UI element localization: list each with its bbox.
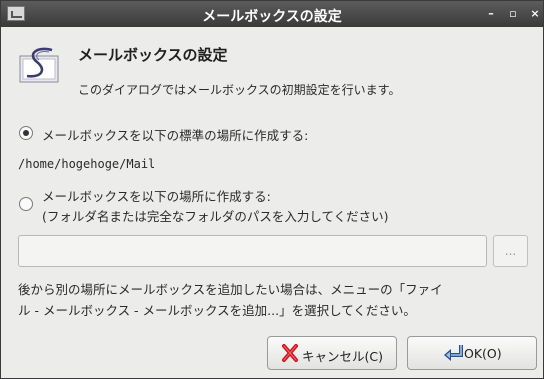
red-x-icon [282,344,298,362]
info-line-1: 後から別の場所にメールボックスを追加したい場合は、メニューの「ファイ [18,282,443,297]
custom-location-radio[interactable] [19,197,33,211]
default-location-radio[interactable] [19,126,33,140]
maximize-button[interactable]: ▫ [506,7,520,21]
ok-button[interactable]: OK(O) [407,336,537,370]
mailbox-path-input[interactable] [18,235,487,267]
default-path-text: /home/hogehoge/Mail [18,157,156,171]
dialog-heading: メールボックスの設定 [78,46,228,64]
sylpheed-logo-icon [19,47,59,83]
browse-button[interactable]: ... [493,235,528,267]
title-bar[interactable]: メールボックスの設定 – ▫ × [1,1,543,27]
custom-location-hint: (フォルダ名または完全なフォルダのパスを入力してください) [42,209,389,224]
info-line-2: ル - メールボックス - メールボックスを追加...」を選択してください。 [18,303,416,318]
info-text: 後から別の場所にメールボックスを追加したい場合は、メニューの「ファイ ル - メ… [18,279,443,321]
cancel-label: キャンセル(C) [302,349,383,364]
close-button[interactable]: × [528,7,542,21]
enter-arrow-icon [444,345,463,361]
custom-location-label[interactable]: メールボックスを以下の場所に作成する: [42,186,271,205]
cancel-button[interactable]: キャンセル(C) [267,336,397,370]
minimize-button[interactable]: – [484,7,498,21]
window-title: メールボックスの設定 [202,9,342,25]
ok-label: OK(O) [464,346,502,361]
dialog-window: メールボックスの設定 – ▫ × メールボックスの設定 このダイアログではメール… [0,0,544,379]
dialog-description: このダイアログではメールボックスの初期設定を行います。 [78,83,401,97]
default-location-label[interactable]: メールボックスを以下の標準の場所に作成する: [42,125,308,144]
